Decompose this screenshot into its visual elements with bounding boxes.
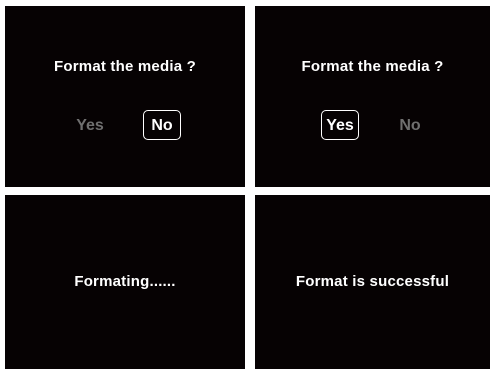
format-confirm-screen-no-selected: Format the media ? Yes No xyxy=(5,6,245,187)
format-media-question: Format the media ? xyxy=(301,58,444,75)
formatting-progress-screen: Formating...... xyxy=(5,195,245,369)
format-success-message: Format is successful xyxy=(295,273,450,290)
yes-button[interactable]: Yes xyxy=(321,110,359,140)
format-confirm-screen-yes-selected: Format the media ? Yes No xyxy=(255,6,490,187)
no-button[interactable]: No xyxy=(143,110,181,140)
formatting-message: Formating...... xyxy=(74,273,176,290)
no-button[interactable]: No xyxy=(389,110,431,140)
format-success-screen: Format is successful xyxy=(255,195,490,369)
format-media-question: Format the media ? xyxy=(54,58,196,75)
yes-button[interactable]: Yes xyxy=(69,110,111,140)
